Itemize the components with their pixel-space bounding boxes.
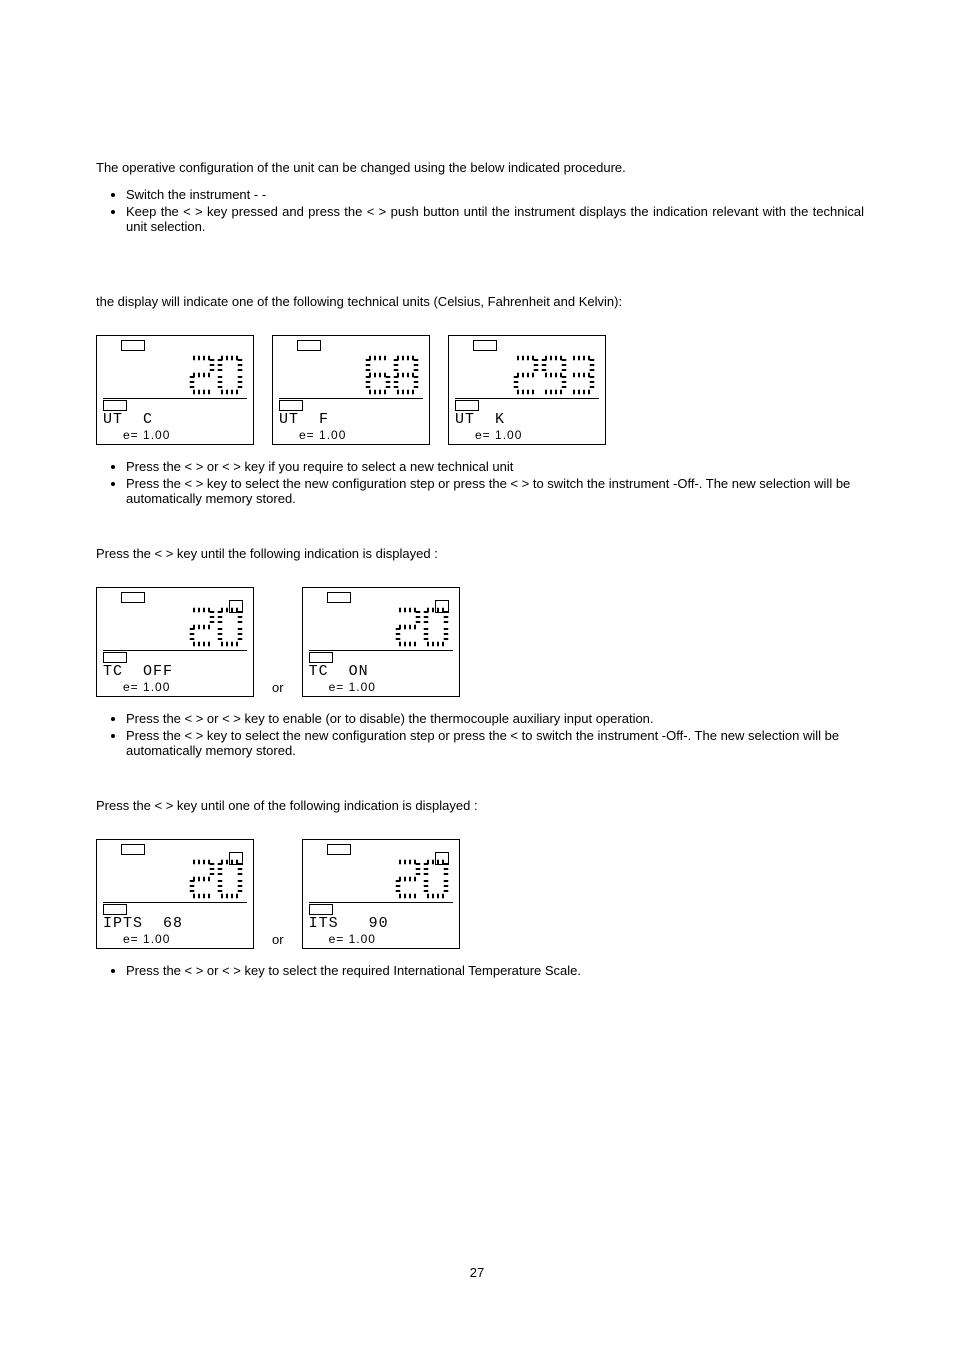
list-item: Press the < > or < > key if you require … [126,459,864,474]
lcd-panel: IPTS 68 e= 1.00 [96,839,254,949]
lcd-bottom-line: TC OFF [103,664,247,679]
lcd-panel: UT K e= 1.00 [448,335,606,445]
lcd-e-line: e= 1.00 [299,429,423,441]
digit-0-icon [217,607,243,647]
lcd-battery-icon [455,400,479,411]
list-item: Press the < > key to select the new conf… [126,728,864,758]
lcd-row-3: IPTS 68 e= 1.00 or ITS 90 e= 1.00 [96,839,864,949]
lcd-main-reading [103,354,247,396]
digit-0-icon [217,355,243,395]
lcd-battery-icon [473,340,497,351]
list-item: Press the < > or < > key to select the r… [126,963,864,978]
digit-0-icon [423,607,449,647]
list-item: Keep the < > key pressed and press the <… [126,204,864,234]
lcd-main-reading [103,606,247,648]
page-number: 27 [0,1265,954,1280]
digit-6-icon [365,355,391,395]
digit-9-icon [541,355,567,395]
lcd-row-2: TC OFF e= 1.00 or TC ON e= 1.00 [96,587,864,697]
steps-list-4: Press the < > or < > key to select the r… [96,963,864,978]
lcd-main-reading [455,354,599,396]
lcd-main-reading [279,354,423,396]
lcd-e-line: e= 1.00 [123,681,247,693]
digit-3-icon [569,355,595,395]
press-until-2: Press the < > key until one of the follo… [96,798,864,815]
list-item: Press the < > key to select the new conf… [126,476,864,506]
lcd-battery-icon [103,652,127,663]
lcd-small-box-icon [435,852,449,865]
lcd-main-reading [309,858,453,900]
lcd-battery-icon [327,844,351,855]
lcd-main-reading [309,606,453,648]
lcd-e-line: e= 1.00 [329,681,453,693]
lcd-bottom-line: UT C [103,412,247,427]
steps-list-1: Switch the instrument - - Keep the < > k… [96,187,864,234]
intro-paragraph: The operative configuration of the unit … [96,160,864,177]
digit-0-icon [217,859,243,899]
lcd-battery-icon [103,904,127,915]
lcd-small-box-icon [435,600,449,613]
lcd-main-reading [103,858,247,900]
lcd-small-box-icon [229,852,243,865]
tech-units-line: the display will indicate one of the fol… [96,294,864,311]
digit-8-icon [393,355,419,395]
digit-2-icon [395,859,421,899]
list-item: Press the < > or < > key to enable (or t… [126,711,864,726]
lcd-e-line: e= 1.00 [329,933,453,945]
digit-2-icon [395,607,421,647]
lcd-e-line: e= 1.00 [475,429,599,441]
lcd-bottom-line: UT F [279,412,423,427]
lcd-panel: UT F e= 1.00 [272,335,430,445]
digit-2-icon [513,355,539,395]
or-separator: or [272,680,284,697]
lcd-row-1: UT C e= 1.00 UT F e= 1.00 UT K e= 1.00 [96,335,864,445]
lcd-panel: TC OFF e= 1.00 [96,587,254,697]
lcd-small-box-icon [229,600,243,613]
lcd-bottom-line: UT K [455,412,599,427]
lcd-e-line: e= 1.00 [123,429,247,441]
steps-list-2: Press the < > or < > key if you require … [96,459,864,506]
lcd-battery-icon [309,652,333,663]
lcd-battery-icon [297,340,321,351]
steps-list-3: Press the < > or < > key to enable (or t… [96,711,864,758]
lcd-panel: ITS 90 e= 1.00 [302,839,460,949]
lcd-panel: TC ON e= 1.00 [302,587,460,697]
digit-2-icon [189,859,215,899]
document-page: The operative configuration of the unit … [0,0,954,1300]
lcd-battery-icon [103,400,127,411]
lcd-battery-icon [121,592,145,603]
lcd-battery-icon [309,904,333,915]
lcd-panel: UT C e= 1.00 [96,335,254,445]
lcd-battery-icon [327,592,351,603]
digit-2-icon [189,607,215,647]
lcd-bottom-line: TC ON [309,664,453,679]
digit-0-icon [423,859,449,899]
or-separator: or [272,932,284,949]
lcd-bottom-line: ITS 90 [309,916,453,931]
lcd-battery-icon [279,400,303,411]
lcd-battery-icon [121,844,145,855]
list-item: Switch the instrument - - [126,187,864,202]
press-until-1: Press the < > key until the following in… [96,546,864,563]
lcd-bottom-line: IPTS 68 [103,916,247,931]
lcd-battery-icon [121,340,145,351]
digit-2-icon [189,355,215,395]
lcd-e-line: e= 1.00 [123,933,247,945]
